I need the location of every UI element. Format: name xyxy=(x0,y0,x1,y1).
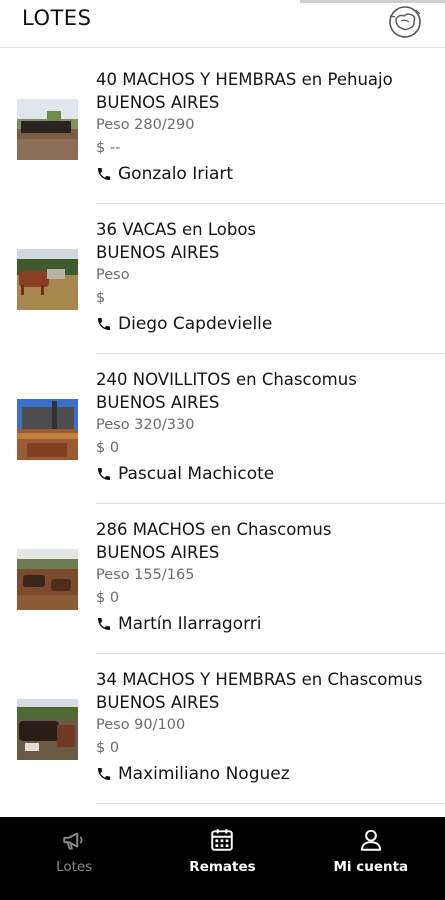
ranch-logo-icon[interactable] xyxy=(387,4,423,40)
lot-weight: Peso 320/330 xyxy=(96,417,195,433)
nav-tab-remates[interactable]: Remates xyxy=(148,817,296,900)
phone-icon xyxy=(98,468,110,480)
lot-title: 240 NOVILLITOS en Chascomus xyxy=(96,370,357,389)
lot-province: BUENOS AIRES xyxy=(96,243,220,262)
lot-contact[interactable]: Pascual Machicote xyxy=(96,464,432,484)
lot-weight: Peso 280/290 xyxy=(96,117,195,133)
contact-name: Martín Ilarragorri xyxy=(118,614,262,634)
lot-photo xyxy=(17,249,78,310)
lot-price: $ xyxy=(96,290,106,306)
calendar-icon xyxy=(211,829,234,851)
lots-list: 40 MACHOS Y HEMBRAS en Pehuajo BUENOS AI… xyxy=(0,54,445,804)
lot-title: 34 MACHOS Y HEMBRAS en Chascomus xyxy=(96,670,423,689)
bottom-navigation: Lotes Remates Mi cuenta xyxy=(0,817,445,900)
status-strip xyxy=(0,0,445,3)
nav-label-remates: Remates xyxy=(189,859,256,875)
lot-info: 240 NOVILLITOS en Chascomus BUENOS AIRES… xyxy=(96,368,432,484)
lot-province: BUENOS AIRES xyxy=(96,693,220,712)
nav-label-lotes: Lotes xyxy=(56,859,93,875)
phone-icon xyxy=(98,318,110,330)
lot-info: 34 MACHOS Y HEMBRAS en Chascomus BUENOS … xyxy=(96,668,432,784)
lot-photo xyxy=(17,99,78,160)
lot-price: $ 0 xyxy=(96,740,120,756)
lot-price: $ 0 xyxy=(96,440,120,456)
lot-weight: Peso xyxy=(96,267,130,283)
contact-name: Gonzalo Iriart xyxy=(118,164,234,184)
lot-photo xyxy=(17,549,78,610)
page-title: LOTES xyxy=(22,6,92,30)
nav-tab-mi-cuenta[interactable]: Mi cuenta xyxy=(297,817,445,900)
lot-contact[interactable]: Gonzalo Iriart xyxy=(96,164,432,184)
lot-photo xyxy=(17,399,78,460)
lot-contact[interactable]: Diego Capdevielle xyxy=(96,314,432,334)
phone-icon xyxy=(98,168,110,180)
contact-name: Pascual Machicote xyxy=(118,464,275,484)
lot-photo xyxy=(17,699,78,760)
lot-info: 36 VACAS en Lobos BUENOS AIRES Peso $ Di… xyxy=(96,218,432,334)
list-item[interactable]: 240 NOVILLITOS en Chascomus BUENOS AIRES… xyxy=(0,354,445,504)
phone-icon xyxy=(98,618,110,630)
lot-weight: Peso 155/165 xyxy=(96,567,195,583)
lot-contact[interactable]: Maximiliano Noguez xyxy=(96,764,432,784)
megaphone-icon xyxy=(63,832,83,850)
lot-contact[interactable]: Martín Ilarragorri xyxy=(96,614,432,634)
lot-province: BUENOS AIRES xyxy=(96,93,220,112)
lot-title: 36 VACAS en Lobos xyxy=(96,220,257,239)
divider xyxy=(96,803,445,804)
lot-info: 286 MACHOS en Chascomus BUENOS AIRES Pes… xyxy=(96,518,432,634)
lot-title: 40 MACHOS Y HEMBRAS en Pehuajo xyxy=(96,70,393,89)
phone-icon xyxy=(98,768,110,780)
lot-price: $ -- xyxy=(96,140,121,156)
app-header: LOTES xyxy=(0,0,445,48)
contact-name: Maximiliano Noguez xyxy=(118,764,290,784)
user-icon xyxy=(360,829,381,851)
list-item[interactable]: 286 MACHOS en Chascomus BUENOS AIRES Pes… xyxy=(0,504,445,654)
lot-price: $ 0 xyxy=(96,590,120,606)
lot-info: 40 MACHOS Y HEMBRAS en Pehuajo BUENOS AI… xyxy=(96,68,432,184)
nav-tab-lotes[interactable]: Lotes xyxy=(0,817,148,900)
lot-province: BUENOS AIRES xyxy=(96,543,220,562)
list-item[interactable]: 36 VACAS en Lobos BUENOS AIRES Peso $ Di… xyxy=(0,204,445,354)
lot-weight: Peso 90/100 xyxy=(96,717,186,733)
contact-name: Diego Capdevielle xyxy=(118,314,273,334)
lot-title: 286 MACHOS en Chascomus xyxy=(96,520,332,539)
list-item[interactable]: 40 MACHOS Y HEMBRAS en Pehuajo BUENOS AI… xyxy=(0,54,445,204)
list-item[interactable]: 34 MACHOS Y HEMBRAS en Chascomus BUENOS … xyxy=(0,654,445,804)
nav-label-mi-cuenta: Mi cuenta xyxy=(333,859,409,875)
lot-province: BUENOS AIRES xyxy=(96,393,220,412)
